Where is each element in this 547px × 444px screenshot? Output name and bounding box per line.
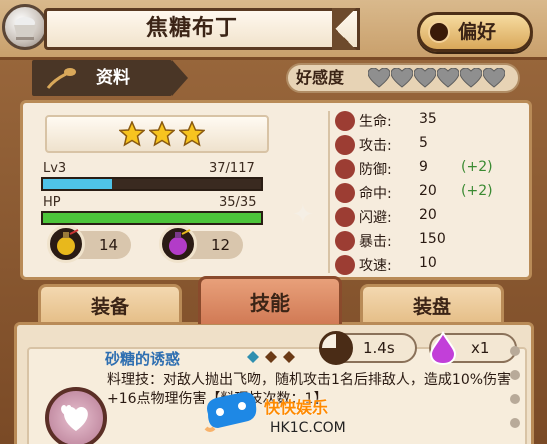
skill-name: 砂糖的诱惑 [105,350,181,368]
tab-skills[interactable]: 技能 [198,276,342,324]
resource-purple-value: 12 [211,236,231,254]
heart-icon [335,111,355,131]
panel-divider [328,111,330,273]
exp-bar [41,177,263,191]
diamond-icon [247,351,259,363]
page-dot[interactable] [510,394,520,404]
stat-row: 攻速: 10 [335,253,535,277]
stat-name: 攻击: [359,138,392,154]
crosshair-icon [335,183,355,203]
stat-value: 20 [419,207,437,223]
header-bar: 焦糖布丁 偏好 [0,0,547,60]
stat-name: 生命: [359,114,392,130]
stat-name: 闪避: [359,210,392,226]
stat-row: 暴击: 150 [335,229,535,253]
favorite-dot-icon [428,21,450,43]
hp-label: HP [43,195,61,210]
stat-value: 150 [419,231,446,247]
shield-icon [335,159,355,179]
sparkle-icon: ✦ [292,200,314,230]
exp-bar-fill [43,179,112,189]
star-icon [179,121,205,147]
resource-yellow[interactable]: 14 [47,225,131,263]
stat-name: 攻速: [359,258,392,274]
diamond-icon [283,351,295,363]
star-icon [149,121,175,147]
clock-icon [319,331,353,365]
heart-icon [414,68,436,88]
watermark-text: 快快娱乐 [264,398,329,417]
favorite-label: 偏好 [458,21,497,43]
exp-value: 37/117 [209,161,255,176]
stat-value: 35 [419,111,437,127]
character-name: 焦糖布丁 [145,16,238,41]
stat-name: 防御: [359,162,392,178]
stat-value: 9 [419,159,428,175]
page-dots [510,346,520,428]
hp-bar [41,211,263,225]
skill-hearts-icon[interactable] [45,387,107,444]
stat-value: 5 [419,135,428,151]
level-label: Lv3 [43,161,67,176]
heart-icon [391,68,413,88]
diamond-icon [265,351,277,363]
resource-yellow-value: 14 [99,236,119,254]
stat-row: 防御: 9 (+2) [335,157,535,181]
affinity-label: 好感度 [296,68,345,87]
stat-row: 攻击: 5 [335,133,535,157]
potion-yellow-icon [47,225,85,263]
stat-name: 暴击: [359,234,392,250]
dodge-icon [335,207,355,227]
heart-icon [483,68,505,88]
heart-icon [437,68,459,88]
info-tab-label: 资料 [96,68,130,88]
hp-bar-fill [43,213,261,223]
stat-value: 20 [419,183,437,199]
cost-value: x1 [471,339,490,357]
spoon-icon [46,68,76,89]
stat-bonus: (+2) [461,159,493,175]
stat-row: 闪避: 20 [335,205,535,229]
page-dot[interactable] [510,370,520,380]
crit-icon [335,231,355,251]
favorite-button[interactable]: 偏好 [417,12,533,52]
resource-purple[interactable]: 12 [159,225,243,263]
skill-level-diamonds [247,351,295,363]
speed-icon [335,255,355,275]
watermark-url: HK1C.COM [270,420,346,436]
purple-drop-icon [429,331,457,365]
game-screen: 焦糖布丁 偏好 资料 好感度 Lv3 37/117 HP 35/35 14 12… [0,0,547,444]
cost-badge: x1 [429,331,517,365]
star-rating [45,115,269,153]
cooldown-value: 1.4s [363,339,395,357]
star-icon [119,121,145,147]
page-dot[interactable] [510,346,520,356]
stats-panel: Lv3 37/117 HP 35/35 14 12 生命: 35 攻击: 5 防… [20,100,532,280]
stat-bonus: (+2) [461,183,493,199]
affinity-hearts [368,68,505,88]
stat-row: 生命: 35 [335,109,535,133]
stat-list: 生命: 35 攻击: 5 防御: 9 (+2) 命中: 20 (+2) 闪避: … [335,109,535,277]
heart-icon [460,68,482,88]
cooldown-badge: 1.4s [319,331,417,365]
info-tab[interactable]: 资料 [32,60,188,96]
potion-purple-icon [159,225,197,263]
page-dot[interactable] [510,418,520,428]
tab-plating[interactable]: 装盘 [360,284,504,324]
heart-icon [368,68,390,88]
hp-value: 35/35 [219,195,257,210]
affinity-meter: 好感度 [286,63,520,93]
tab-equipment[interactable]: 装备 [38,284,182,324]
stat-value: 10 [419,255,437,271]
watermark: 快快娱乐 HK1C.COM [200,384,350,444]
stat-row: 命中: 20 (+2) [335,181,535,205]
stat-name: 命中: [359,186,392,202]
attack-icon [335,135,355,155]
gamepad-logo-icon [204,392,257,432]
pudding-avatar-icon[interactable] [2,4,48,50]
title-banner: 焦糖布丁 [44,8,360,50]
